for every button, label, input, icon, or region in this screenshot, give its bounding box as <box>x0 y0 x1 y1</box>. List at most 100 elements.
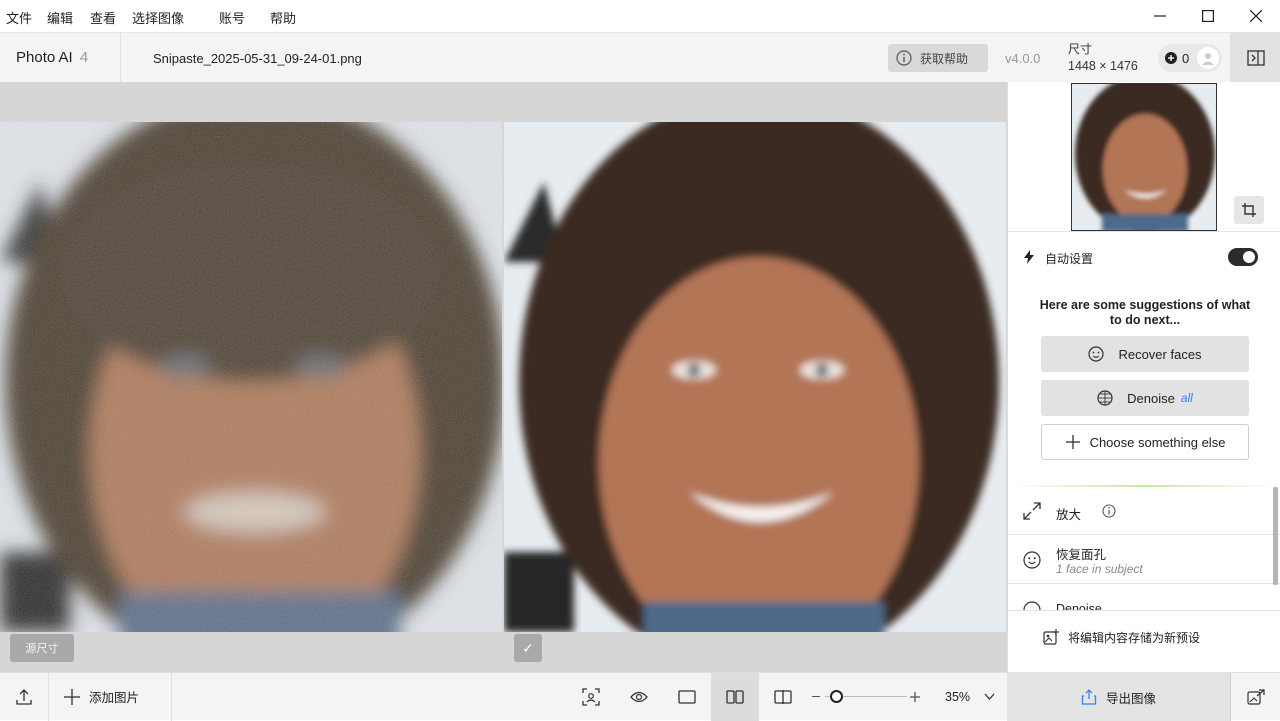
processed-image[interactable] <box>504 122 1006 632</box>
plus-icon <box>64 688 80 705</box>
header-divider <box>120 33 121 83</box>
add-image-button[interactable]: 添加图片 <box>64 687 139 706</box>
upload-icon <box>16 689 32 705</box>
expand-icon <box>1023 502 1041 520</box>
auto-settings-toggle[interactable] <box>1228 248 1258 266</box>
chevron-down-icon[interactable] <box>984 693 995 700</box>
image-size-label: 尺寸 <box>1068 42 1093 56</box>
app-title: Photo AI 4 <box>16 49 88 66</box>
close-button[interactable] <box>1233 0 1279 32</box>
file-name: Snipaste_2025-05-31_09-24-01.png <box>153 51 362 66</box>
menu-select-image[interactable]: 选择图像 <box>132 8 184 27</box>
zoom-out-button[interactable] <box>812 696 820 698</box>
sidebar-toggle-icon <box>1246 50 1265 66</box>
add-image-label: 添加图片 <box>89 691 140 705</box>
processed-photo <box>504 122 1006 632</box>
original-image[interactable] <box>0 122 502 632</box>
info-icon <box>896 50 912 66</box>
tool-denoise-partial[interactable]: Denoise <box>1008 585 1280 610</box>
tool-recover-face[interactable]: 恢复面孔 1 face in subject <box>1008 536 1280 584</box>
split-view-button[interactable] <box>759 673 807 721</box>
maximize-icon <box>1202 10 1214 22</box>
menu-edit[interactable]: 编辑 <box>47 8 73 27</box>
face-icon <box>1023 551 1041 569</box>
menu-file[interactable]: 文件 <box>6 8 32 27</box>
save-preset-icon <box>1043 629 1059 645</box>
preview-toggle-button[interactable] <box>615 673 663 721</box>
thumbnail-photo <box>1072 84 1216 230</box>
upscale-label: 放大 <box>1056 508 1082 522</box>
app-version: v4.0.0 <box>1005 51 1041 66</box>
tool-upscale[interactable]: 放大 <box>1008 487 1280 535</box>
credits-badge[interactable]: 0 <box>1158 44 1222 72</box>
menu-view[interactable]: 查看 <box>90 8 116 27</box>
focus-icon <box>582 688 600 706</box>
app-version-badge: 4 <box>79 49 89 66</box>
credit-icon <box>1165 52 1177 64</box>
export-icon <box>1081 689 1097 705</box>
denoise-tag: all <box>1180 391 1193 405</box>
original-size-tag[interactable]: 源尺寸 <box>10 634 74 662</box>
upscale-info-icon[interactable] <box>1102 504 1116 518</box>
single-view-button[interactable] <box>663 673 711 721</box>
plus-icon <box>1065 435 1080 449</box>
denoise-tool-label: Denoise <box>1056 602 1102 610</box>
focus-button[interactable] <box>567 673 615 721</box>
bottom-toolbar: 添加图片 35% 导出图像 <box>0 672 1280 721</box>
bottom-divider <box>171 673 172 721</box>
zoom-level[interactable]: 35% <box>945 690 970 704</box>
face-icon <box>1088 346 1105 362</box>
menu-bar: 文件 编辑 查看 选择图像 账号 帮助 <box>0 0 1280 32</box>
suggestion-title: Here are some suggestions of what to do … <box>1039 298 1251 327</box>
zoom-in-button[interactable] <box>910 692 920 702</box>
help-button[interactable]: 获取帮助 <box>888 44 988 72</box>
toggle-panel-button[interactable] <box>1231 33 1280 83</box>
denoise-icon <box>1097 390 1113 406</box>
export-button[interactable]: 导出图像 <box>1007 673 1230 721</box>
help-button-label: 获取帮助 <box>920 51 969 66</box>
maximize-button[interactable] <box>1185 0 1231 32</box>
bolt-icon <box>1024 250 1034 269</box>
choose-something-else-button[interactable]: Choose something else <box>1041 424 1249 460</box>
menu-account[interactable]: 账号 <box>219 8 245 27</box>
recover-face-subtitle: 1 face in subject <box>1056 562 1143 576</box>
image-size-value: 1448 × 1476 <box>1068 59 1138 73</box>
side-by-side-icon <box>726 690 744 704</box>
zoom-slider-knob[interactable] <box>829 690 843 703</box>
bottom-divider <box>1230 673 1231 721</box>
credits-count: 0 <box>1182 50 1190 66</box>
save-preset-label: 将编辑内容存储为新预设 <box>1068 631 1201 645</box>
batch-export-button[interactable] <box>1232 673 1280 721</box>
export-label: 导出图像 <box>1105 691 1156 706</box>
denoise-icon <box>1023 601 1041 610</box>
crop-button[interactable] <box>1234 196 1264 224</box>
close-icon <box>1250 10 1262 22</box>
image-canvas[interactable]: 源尺寸 ✓ <box>0 82 1007 672</box>
panel-scrollbar[interactable] <box>1273 487 1278 585</box>
settings-panel: 自动设置 Here are some suggestions of what t… <box>1007 82 1280 672</box>
eye-icon <box>630 691 648 703</box>
processed-tag[interactable]: ✓ <box>514 634 542 662</box>
denoise-button[interactable]: Denoise all <box>1041 380 1249 416</box>
app-name: Photo AI <box>16 49 73 66</box>
side-by-side-button[interactable] <box>711 673 759 721</box>
minimize-icon <box>1154 15 1166 17</box>
upload-button[interactable] <box>0 673 48 721</box>
user-icon <box>1202 53 1215 65</box>
batch-export-icon <box>1247 689 1265 705</box>
app-header: Photo AI 4 Snipaste_2025-05-31_09-24-01.… <box>0 32 1280 83</box>
auto-settings-label: 自动设置 <box>1045 252 1094 266</box>
panel-divider <box>1008 231 1280 232</box>
thumbnail[interactable] <box>1071 83 1217 231</box>
minimize-button[interactable] <box>1137 0 1183 32</box>
avatar[interactable] <box>1197 47 1220 69</box>
choose-else-label: Choose something else <box>1089 434 1226 450</box>
single-view-icon <box>678 690 696 704</box>
save-preset-row[interactable]: 将编辑内容存储为新预设 <box>1008 610 1280 672</box>
crop-icon <box>1242 203 1256 217</box>
bottom-divider <box>48 673 49 721</box>
menu-help[interactable]: 帮助 <box>270 8 296 27</box>
split-view-icon <box>774 690 792 704</box>
toggle-knob <box>1243 251 1255 263</box>
recover-faces-button[interactable]: Recover faces <box>1041 336 1249 372</box>
